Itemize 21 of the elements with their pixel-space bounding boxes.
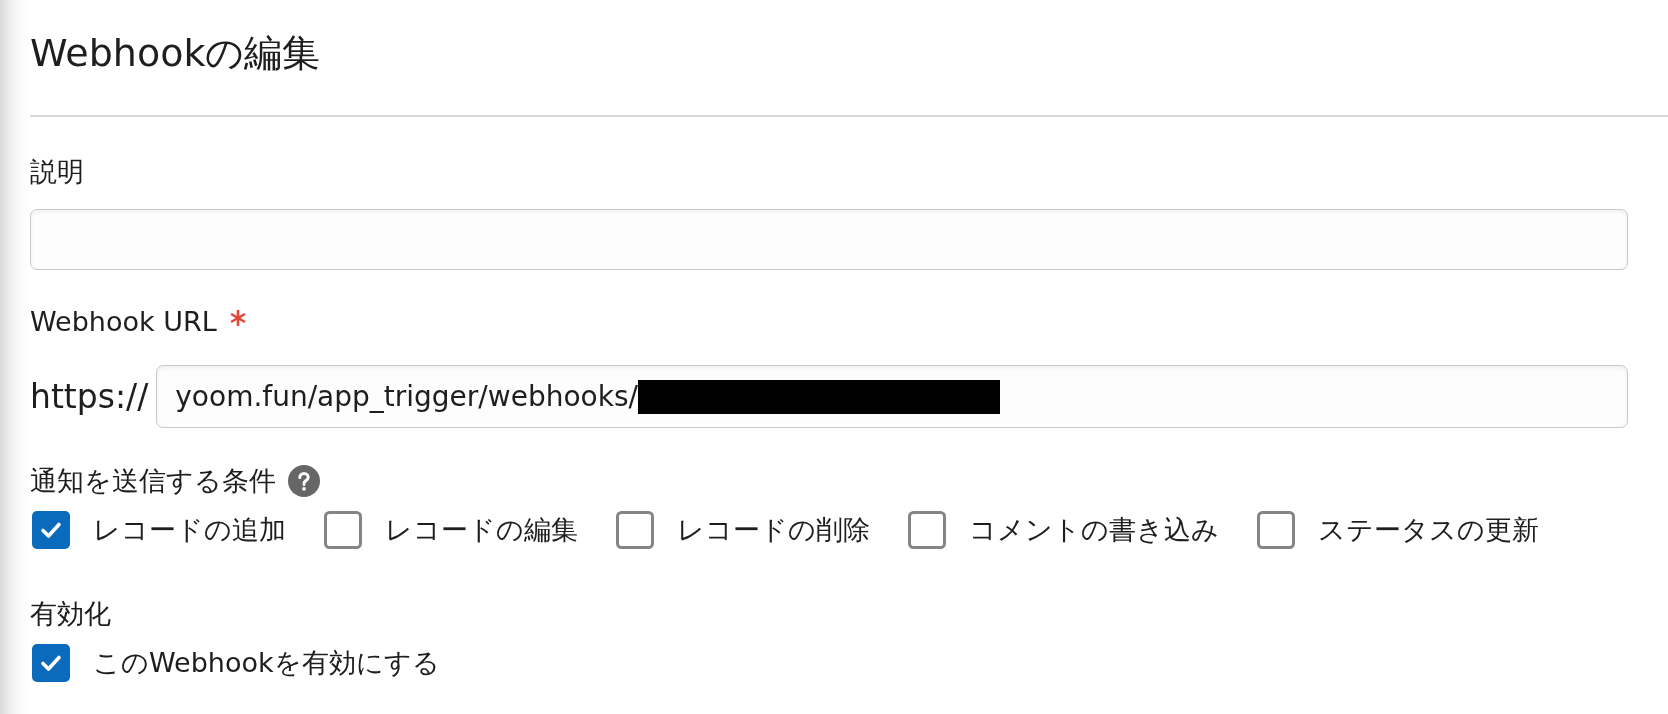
checkbox-label: レコードの追加 [93, 513, 286, 547]
url-prefix: https:// [30, 376, 149, 417]
checkbox[interactable] [908, 511, 946, 549]
description-field[interactable] [30, 209, 1628, 270]
checkbox[interactable] [1257, 511, 1295, 549]
checkbox-label: ステータスの更新 [1318, 513, 1539, 547]
field-label: 説明 [30, 155, 84, 189]
checkbox-label: コメントの書き込み [969, 513, 1219, 547]
url-field[interactable]: yoom.fun/app_trigger/webhooks/ [156, 365, 1628, 428]
checkbox-label: レコードの削除 [677, 513, 870, 547]
page-title: Webhookの編集 [30, 30, 322, 76]
checkbox[interactable] [32, 511, 70, 549]
checkbox-label: このWebhookを有効にする [93, 646, 440, 680]
checkbox[interactable] [32, 644, 70, 682]
field-label: Webhook URL [30, 305, 217, 339]
help-icon[interactable] [288, 465, 320, 497]
field-label: 通知を送信する条件 [30, 464, 276, 498]
checkbox[interactable] [616, 511, 654, 549]
checkbox[interactable] [324, 511, 362, 549]
field-label: 有効化 [30, 597, 111, 631]
checkbox-label: レコードの編集 [385, 513, 578, 547]
